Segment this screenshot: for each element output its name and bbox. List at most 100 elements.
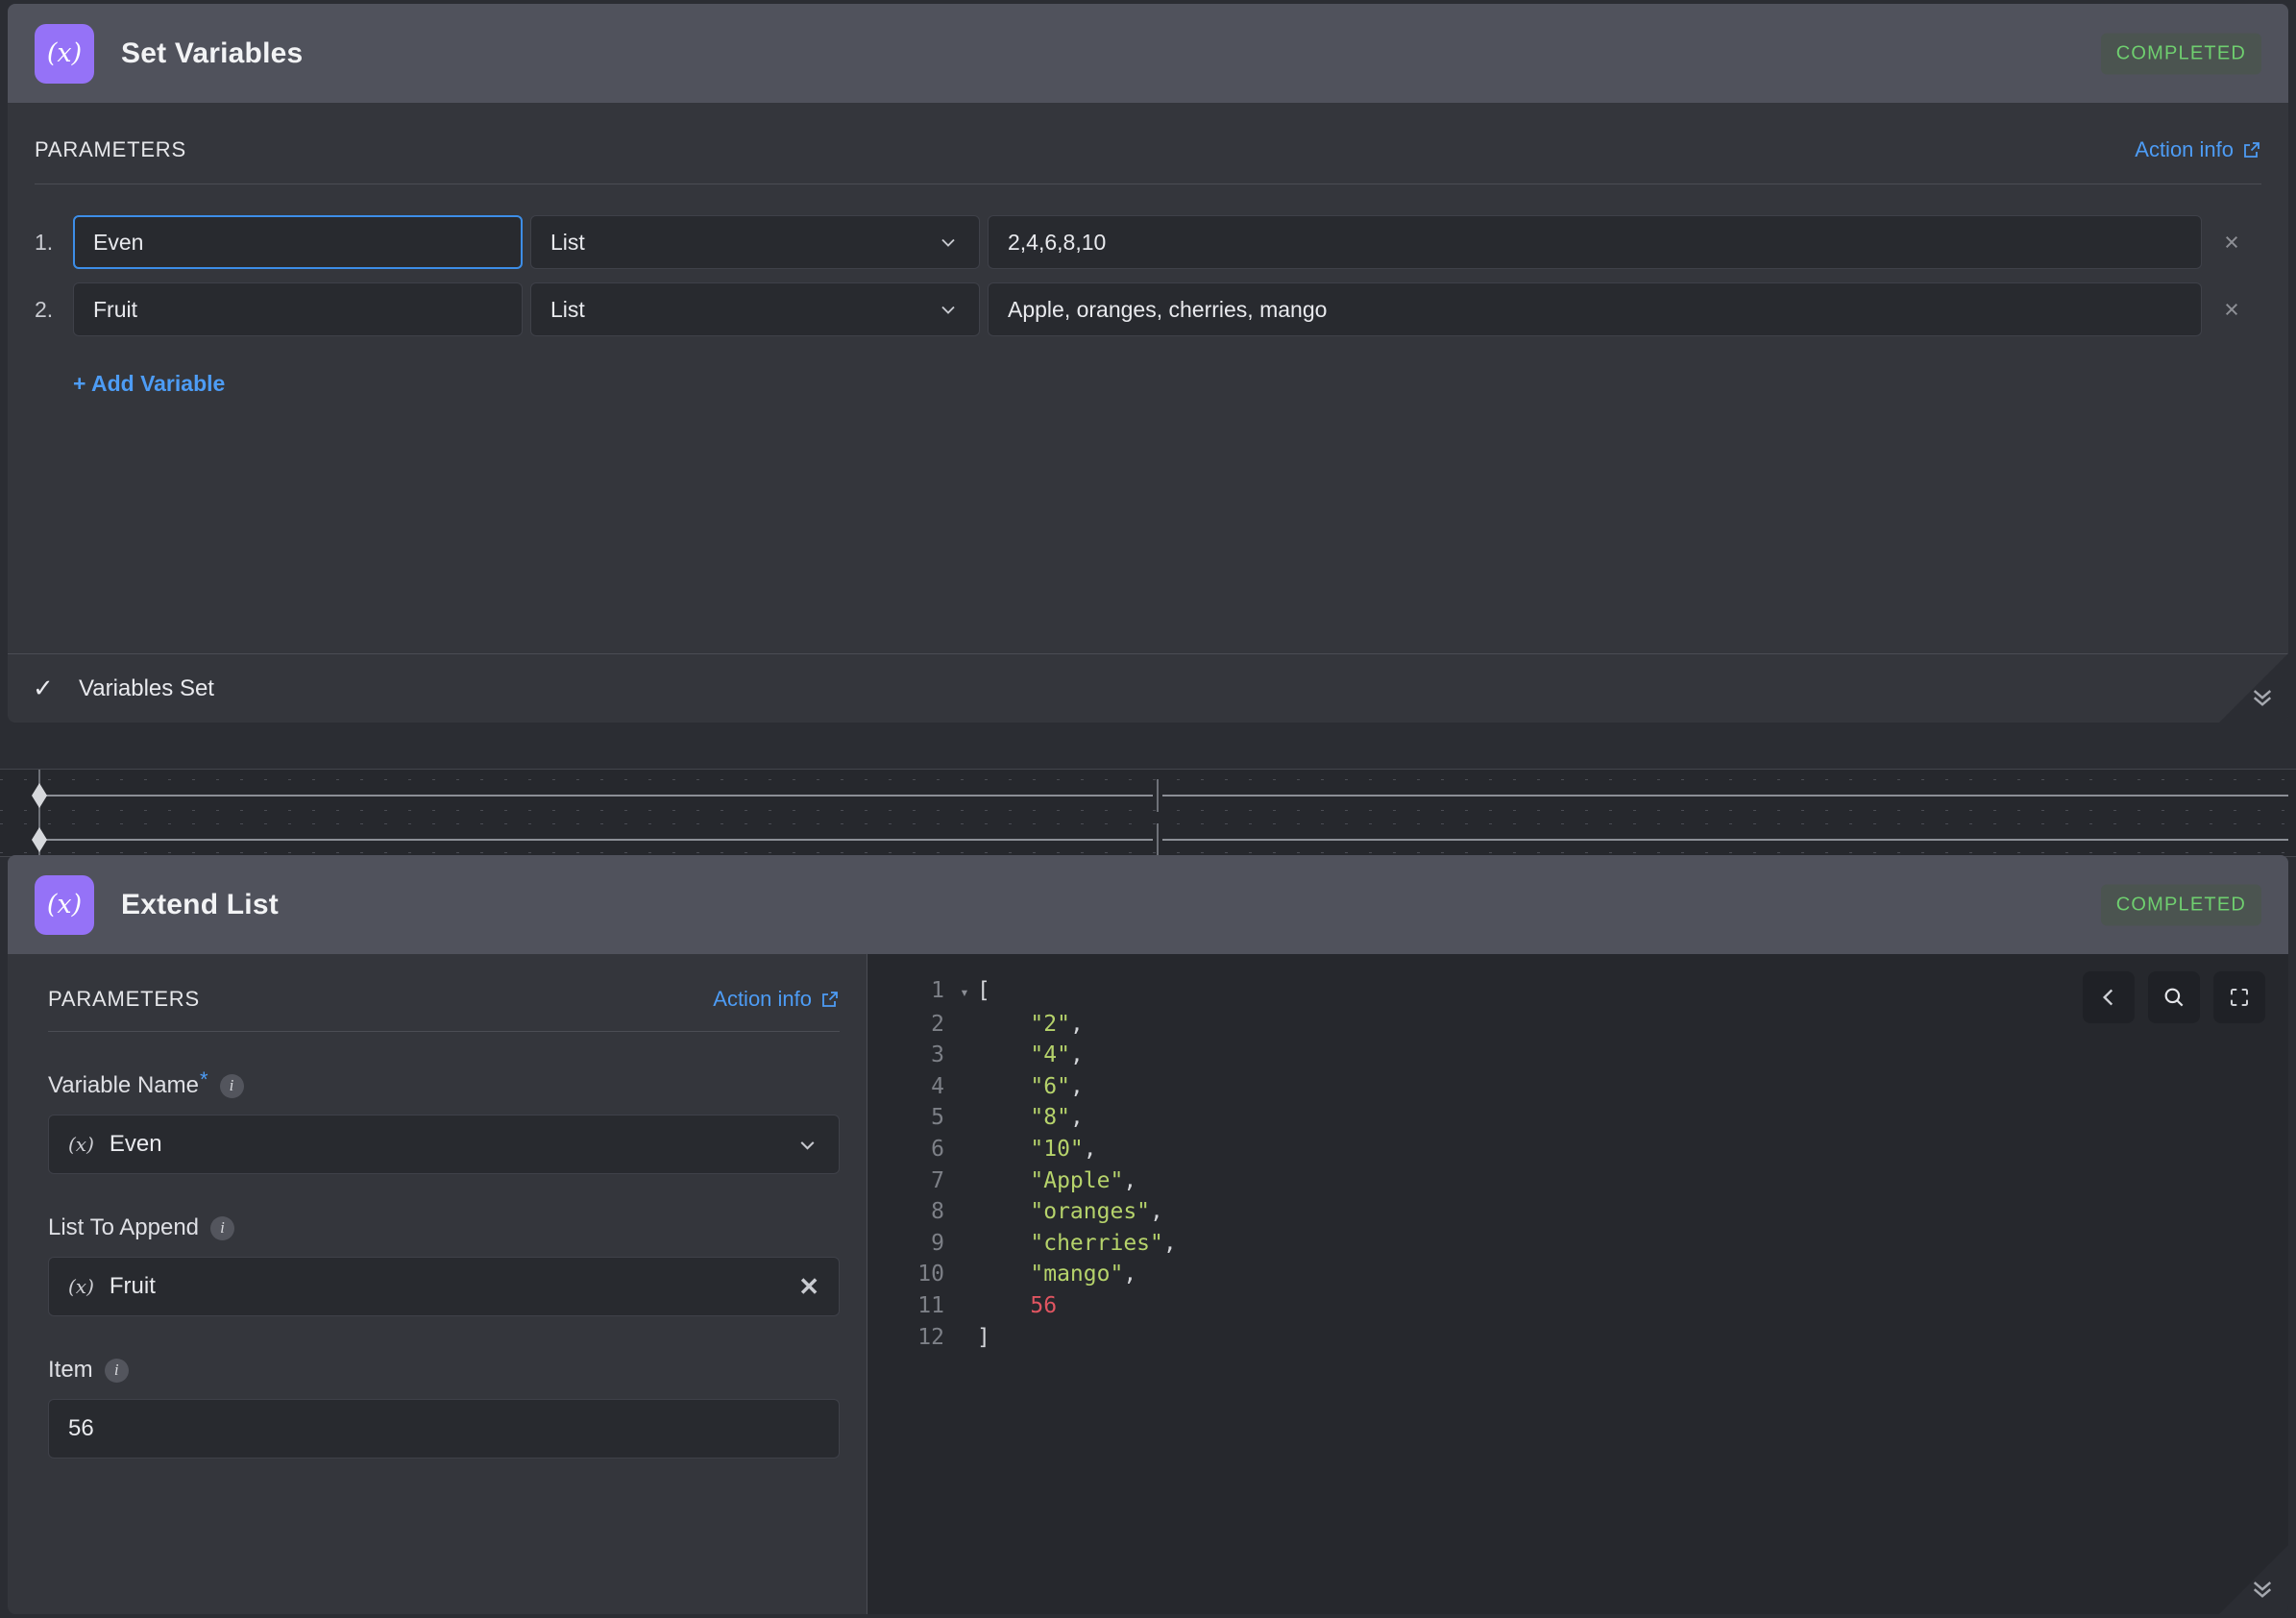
set-variables-body: PARAMETERS Action info 1. Even List 2,4,6,8…	[8, 103, 2288, 397]
close-icon[interactable]: ✕	[798, 1272, 819, 1302]
item-input[interactable]: 56	[48, 1399, 840, 1459]
line-number: 9	[931, 1230, 944, 1256]
search-icon	[2164, 988, 2184, 1007]
chevron-down-icon	[937, 298, 960, 321]
code-line: 2 "2",	[867, 1009, 2288, 1041]
remove-variable-button[interactable]: ×	[2202, 295, 2261, 325]
timeline-bar[interactable]	[38, 795, 2288, 797]
info-icon[interactable]: i	[104, 1358, 129, 1383]
field-value-wrap: 56	[68, 1415, 94, 1442]
variable-value-input[interactable]: Apple, oranges, cherries, mango	[988, 282, 2202, 336]
parameters-label: PARAMETERS	[35, 137, 186, 161]
action-info-label: Action info	[2135, 137, 2234, 161]
list-to-append-input[interactable]: (x) Fruit ✕	[48, 1257, 840, 1316]
chevron-left-icon	[2102, 989, 2113, 1006]
variable-row: 2. Fruit List Apple, oranges, cherries, man…	[35, 282, 2261, 336]
variable-value-input[interactable]: 2,4,6,8,10	[988, 215, 2202, 269]
fold-toggle-icon[interactable]: ▾	[952, 977, 977, 1009]
field-label: List To Append i	[48, 1214, 840, 1241]
code-text: 56	[1030, 1292, 1058, 1318]
code-line: 7 "Apple",	[867, 1165, 2288, 1197]
extend-list-card: (x) Extend List COMPLETED PARAMETERS Act…	[8, 855, 2288, 1614]
remove-variable-button[interactable]: ×	[2202, 228, 2261, 257]
diamond-marker-icon[interactable]	[32, 783, 47, 808]
code-text: "4",	[1030, 1042, 1084, 1068]
code-line: 9 "cherries",	[867, 1228, 2288, 1260]
variable-type-value: List	[550, 229, 585, 255]
diamond-marker-icon[interactable]	[32, 827, 47, 852]
search-button[interactable]	[2148, 971, 2200, 1023]
variable-name-select[interactable]: (x) Even	[48, 1115, 840, 1174]
check-icon: ✓	[33, 674, 54, 702]
variable-row-index: 1.	[35, 229, 54, 255]
code-line: 3 "4",	[867, 1040, 2288, 1071]
line-number: 4	[931, 1073, 944, 1099]
code-text: "6",	[1030, 1073, 1084, 1099]
chevron-down-icon[interactable]	[795, 1133, 819, 1157]
code-text: "oranges",	[1030, 1199, 1163, 1225]
code-text: "2",	[1030, 1011, 1084, 1037]
code-text: "Apple",	[1030, 1167, 1137, 1193]
variable-x-icon: (x)	[35, 874, 94, 935]
line-number: 1	[931, 978, 944, 1003]
line-number: 10	[917, 1262, 944, 1287]
fullscreen-button[interactable]	[2213, 971, 2265, 1023]
status-badge: COMPLETED	[2100, 33, 2261, 74]
code-text: [	[977, 978, 990, 1003]
timeline-marker-tick	[1157, 779, 1159, 812]
execution-timeline[interactable]	[0, 769, 2296, 857]
action-info-label: Action info	[713, 987, 812, 1011]
info-icon[interactable]: i	[219, 1073, 244, 1098]
status-badge: COMPLETED	[2100, 884, 2261, 925]
field-label-text: List To Append	[48, 1214, 200, 1240]
result-code-editor[interactable]: 1 ▾[2 "2", 3 "4", 4 "6", 5 "8", 6 "10", 7 "App…	[867, 954, 2288, 1614]
collapse-editor-button[interactable]	[2083, 971, 2135, 1023]
variable-type-select[interactable]: List	[530, 215, 980, 269]
action-info-link[interactable]: Action info	[2135, 137, 2261, 162]
set-variables-header: (x) Set Variables COMPLETED	[8, 4, 2288, 103]
chevron-down-icon	[937, 231, 960, 254]
collapse-section-button[interactable]	[2219, 653, 2288, 723]
field-value-wrap: (x) Fruit	[68, 1273, 156, 1300]
timeline-bar[interactable]	[38, 839, 2288, 841]
variable-row: 1. Even List 2,4,6,8,10 ×	[35, 215, 2261, 269]
variable-type-select[interactable]: List	[530, 282, 980, 336]
code-text: "8",	[1030, 1105, 1084, 1131]
parameters-row: PARAMETERS Action info	[48, 987, 840, 1012]
timeline-tick-row	[0, 779, 2296, 780]
parameters-label: PARAMETERS	[48, 987, 200, 1011]
variable-name-input[interactable]: Fruit	[73, 282, 523, 336]
code-line: 6 "10",	[867, 1134, 2288, 1165]
line-number: 12	[917, 1324, 944, 1350]
chevron-double-down-icon	[2253, 690, 2272, 706]
timeline-marker-tick	[1157, 823, 1159, 856]
variable-type-value: List	[550, 296, 585, 322]
line-number: 8	[931, 1199, 944, 1225]
line-number: 3	[931, 1042, 944, 1068]
timeline-tick-row	[0, 852, 2296, 853]
extend-list-header: (x) Extend List COMPLETED	[8, 855, 2288, 954]
add-variable-button[interactable]: + Add Variable	[73, 371, 225, 397]
timeline-tick-row	[0, 810, 2296, 811]
parameters-row: PARAMETERS Action info	[35, 137, 2261, 162]
code-line: 5 "8",	[867, 1102, 2288, 1134]
code-line: 10 "mango",	[867, 1259, 2288, 1290]
field-value-wrap: (x) Even	[68, 1131, 162, 1158]
field-value: Fruit	[109, 1273, 156, 1299]
code-line: 1 ▾[	[867, 975, 2288, 1009]
code-text: ]	[977, 1324, 990, 1350]
info-icon[interactable]: i	[210, 1215, 235, 1240]
variable-row-index: 2.	[35, 296, 54, 322]
external-link-icon	[2242, 140, 2261, 159]
variable-name-input[interactable]: Even	[73, 215, 523, 269]
required-asterisk: *	[199, 1067, 208, 1091]
editor-toolbar	[2083, 971, 2265, 1023]
workflow-run-view: (x) Set Variables COMPLETED PARAMETERS A…	[0, 0, 2296, 1618]
variables-set-label: Variables Set	[79, 674, 214, 701]
action-info-link[interactable]: Action info	[713, 987, 840, 1012]
code-line: 8 "oranges",	[867, 1196, 2288, 1228]
extend-list-body: PARAMETERS Action info Variable Name * i (x…	[8, 954, 2288, 1614]
timeline-tick-row	[0, 823, 2296, 824]
code-content: 1 ▾[2 "2", 3 "4", 4 "6", 5 "8", 6 "10", 7 "App…	[867, 975, 2288, 1353]
field-label-text: Variable Name	[48, 1072, 199, 1098]
